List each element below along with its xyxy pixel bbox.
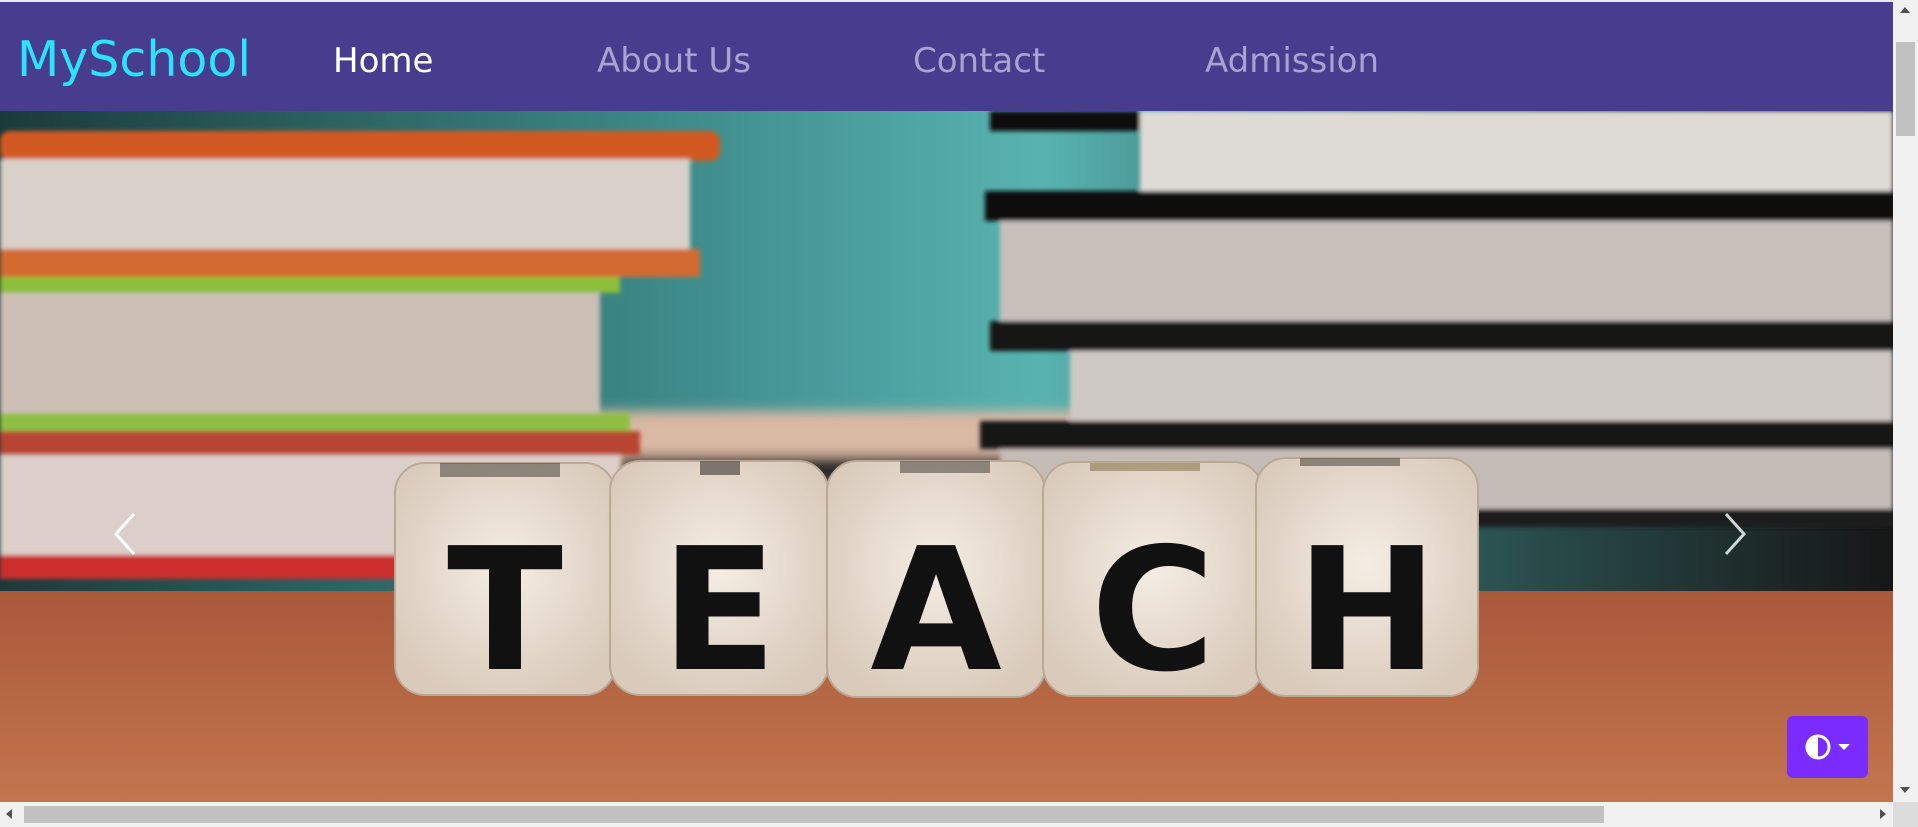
horizontal-scrollbar[interactable] <box>0 802 1893 827</box>
scrollbar-corner <box>1893 802 1918 827</box>
die-letter-e: E <box>661 512 777 710</box>
hero-carousel: T E A C H <box>0 111 1893 802</box>
scroll-up-icon[interactable] <box>1900 7 1910 13</box>
scroll-right-icon[interactable] <box>1880 809 1886 819</box>
die-letter-h: H <box>1296 512 1438 710</box>
die-letter-c: C <box>1091 512 1216 710</box>
vertical-scroll-thumb[interactable] <box>1896 42 1915 136</box>
carousel-next-button[interactable] <box>1720 511 1780 601</box>
carousel-prev-button[interactable] <box>110 511 170 601</box>
nav-link-about-us[interactable]: About Us <box>597 40 751 82</box>
brand-logo[interactable]: MySchool <box>17 32 251 88</box>
horizontal-scroll-thumb[interactable] <box>24 806 1604 823</box>
nav-link-contact[interactable]: Contact <box>913 40 1045 82</box>
navbar: MySchool Home About Us Contact Admission <box>0 0 1893 111</box>
scroll-left-icon[interactable] <box>6 809 12 819</box>
half-circle-contrast-icon <box>1805 734 1830 760</box>
vertical-scrollbar[interactable] <box>1893 0 1918 802</box>
scroll-down-icon[interactable] <box>1900 787 1910 793</box>
caret-down-icon <box>1837 744 1850 750</box>
die-letter-a: A <box>870 512 1002 710</box>
nav-link-admission[interactable]: Admission <box>1205 40 1379 82</box>
chevron-right-icon <box>1724 512 1747 556</box>
page-viewport: MySchool Home About Us Contact Admission <box>0 0 1893 802</box>
hero-image: T E A C H <box>0 111 1893 802</box>
theme-toggle-button[interactable] <box>1787 716 1868 778</box>
chevron-left-icon <box>113 512 136 556</box>
nav-link-home[interactable]: Home <box>333 40 433 82</box>
die-letter-t: T <box>447 512 563 710</box>
